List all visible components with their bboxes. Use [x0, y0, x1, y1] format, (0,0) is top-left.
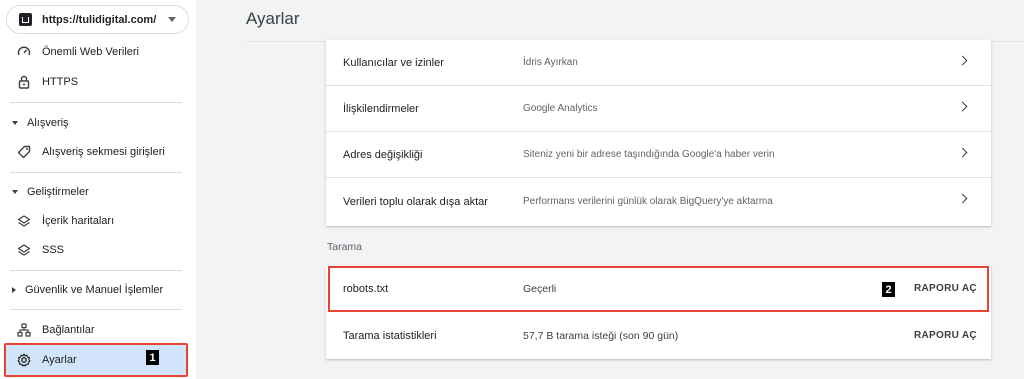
expand-down-icon	[12, 121, 18, 125]
row-desc: Siteniz yeni bir adrese taşındığında Goo…	[523, 149, 775, 160]
sidebar-group-shopping[interactable]: Alışveriş	[0, 111, 186, 135]
row-name: Verileri toplu olarak dışa aktar	[343, 195, 488, 208]
group-label: Geliştirmeler	[27, 186, 89, 198]
crawl-row-stats: Tarama istatistikleri 57,7 B tarama iste…	[326, 312, 991, 359]
sidebar-item-breadcrumbs[interactable]: İçerik haritaları	[0, 208, 186, 234]
expand-right-icon	[12, 287, 16, 293]
layers-icon	[17, 243, 31, 257]
property-selector[interactable]: https://tulidigital.com/	[6, 5, 189, 34]
sidebar-item-label: Bağlantılar	[42, 324, 95, 336]
lock-icon	[17, 75, 31, 89]
sidebar-item-links[interactable]: Bağlantılar	[0, 317, 186, 343]
sidebar-item-shopping-tab[interactable]: Alışveriş sekmesi girişleri	[0, 139, 186, 165]
group-label: Alışveriş	[27, 117, 69, 129]
sidebar-item-label: Ayarlar	[42, 354, 77, 366]
row-desc: 57,7 B tarama isteği (son 90 gün)	[523, 329, 679, 342]
chevron-right-icon	[957, 55, 968, 66]
settings-row-users[interactable]: Kullanıcılar ve izinler İdris Ayırkan	[326, 40, 991, 86]
settings-row-change-of-address[interactable]: Adres değişikliği Siteniz yeni bir adres…	[326, 132, 991, 178]
section-label-crawl: Tarama	[327, 241, 363, 253]
row-desc: İdris Ayırkan	[523, 57, 578, 68]
row-name: Tarama istatistikleri	[343, 329, 437, 342]
sitemap-icon	[17, 323, 31, 337]
speedometer-icon	[17, 45, 31, 59]
annotation-badge: 2	[882, 282, 895, 297]
layers-icon	[17, 214, 31, 228]
home-icon	[19, 13, 32, 26]
general-settings-card: Kullanıcılar ve izinler İdris Ayırkan İl…	[326, 40, 991, 226]
row-name: Adres değişikliği	[343, 148, 423, 161]
property-url: https://tulidigital.com/	[42, 13, 157, 26]
open-report-button[interactable]: RAPORU AÇ	[914, 283, 977, 294]
divider	[10, 172, 182, 173]
open-report-button[interactable]: RAPORU AÇ	[914, 330, 977, 341]
sidebar-item-label: Önemli Web Verileri	[42, 46, 139, 58]
sidebar-item-label: SSS	[42, 244, 65, 256]
sidebar-group-security[interactable]: Güvenlik ve Manuel İşlemler	[0, 278, 186, 302]
sidebar-item-label: HTTPS	[42, 76, 79, 88]
chevron-right-icon	[957, 147, 968, 158]
divider	[10, 309, 182, 310]
divider	[10, 270, 182, 271]
crawl-card: robots.txt Geçerli 2 RAPORU AÇ Tarama is…	[326, 266, 991, 359]
chevron-right-icon	[957, 101, 968, 112]
expand-down-icon	[12, 190, 18, 194]
divider	[10, 102, 182, 103]
settings-row-associations[interactable]: İlişkilendirmeler Google Analytics	[326, 86, 991, 132]
sidebar: https://tulidigital.com/ Önemli Web Veri…	[0, 0, 196, 379]
row-desc: Google Analytics	[523, 103, 598, 114]
crawl-row-robots: robots.txt Geçerli 2 RAPORU AÇ	[328, 266, 989, 312]
row-name: robots.txt	[343, 282, 389, 295]
annotation-badge: 1	[146, 350, 159, 365]
caret-down-icon	[168, 17, 176, 22]
chevron-right-icon	[957, 193, 968, 204]
sidebar-item-https[interactable]: HTTPS	[0, 69, 186, 95]
sidebar-item-label: Alışveriş sekmesi girişleri	[42, 146, 165, 158]
sidebar-group-enhancements[interactable]: Geliştirmeler	[0, 180, 186, 204]
page-title: Ayarlar	[246, 9, 300, 28]
sidebar-item-label: İçerik haritaları	[42, 215, 115, 227]
sidebar-item-faq[interactable]: SSS	[0, 237, 186, 263]
group-label: Güvenlik ve Manuel İşlemler	[25, 284, 164, 296]
row-desc: Geçerli	[523, 282, 557, 295]
sidebar-item-settings[interactable]: Ayarlar	[4, 343, 188, 377]
row-name: Kullanıcılar ve izinler	[343, 56, 444, 69]
row-desc: Performans verilerini günlük olarak BigQ…	[523, 196, 773, 207]
row-name: İlişkilendirmeler	[343, 102, 419, 115]
settings-row-bulk-export[interactable]: Verileri toplu olarak dışa aktar Perform…	[326, 178, 991, 225]
gear-icon	[17, 353, 31, 367]
sidebar-item-core-web-vitals[interactable]: Önemli Web Verileri	[0, 39, 186, 65]
tag-icon	[17, 145, 31, 159]
